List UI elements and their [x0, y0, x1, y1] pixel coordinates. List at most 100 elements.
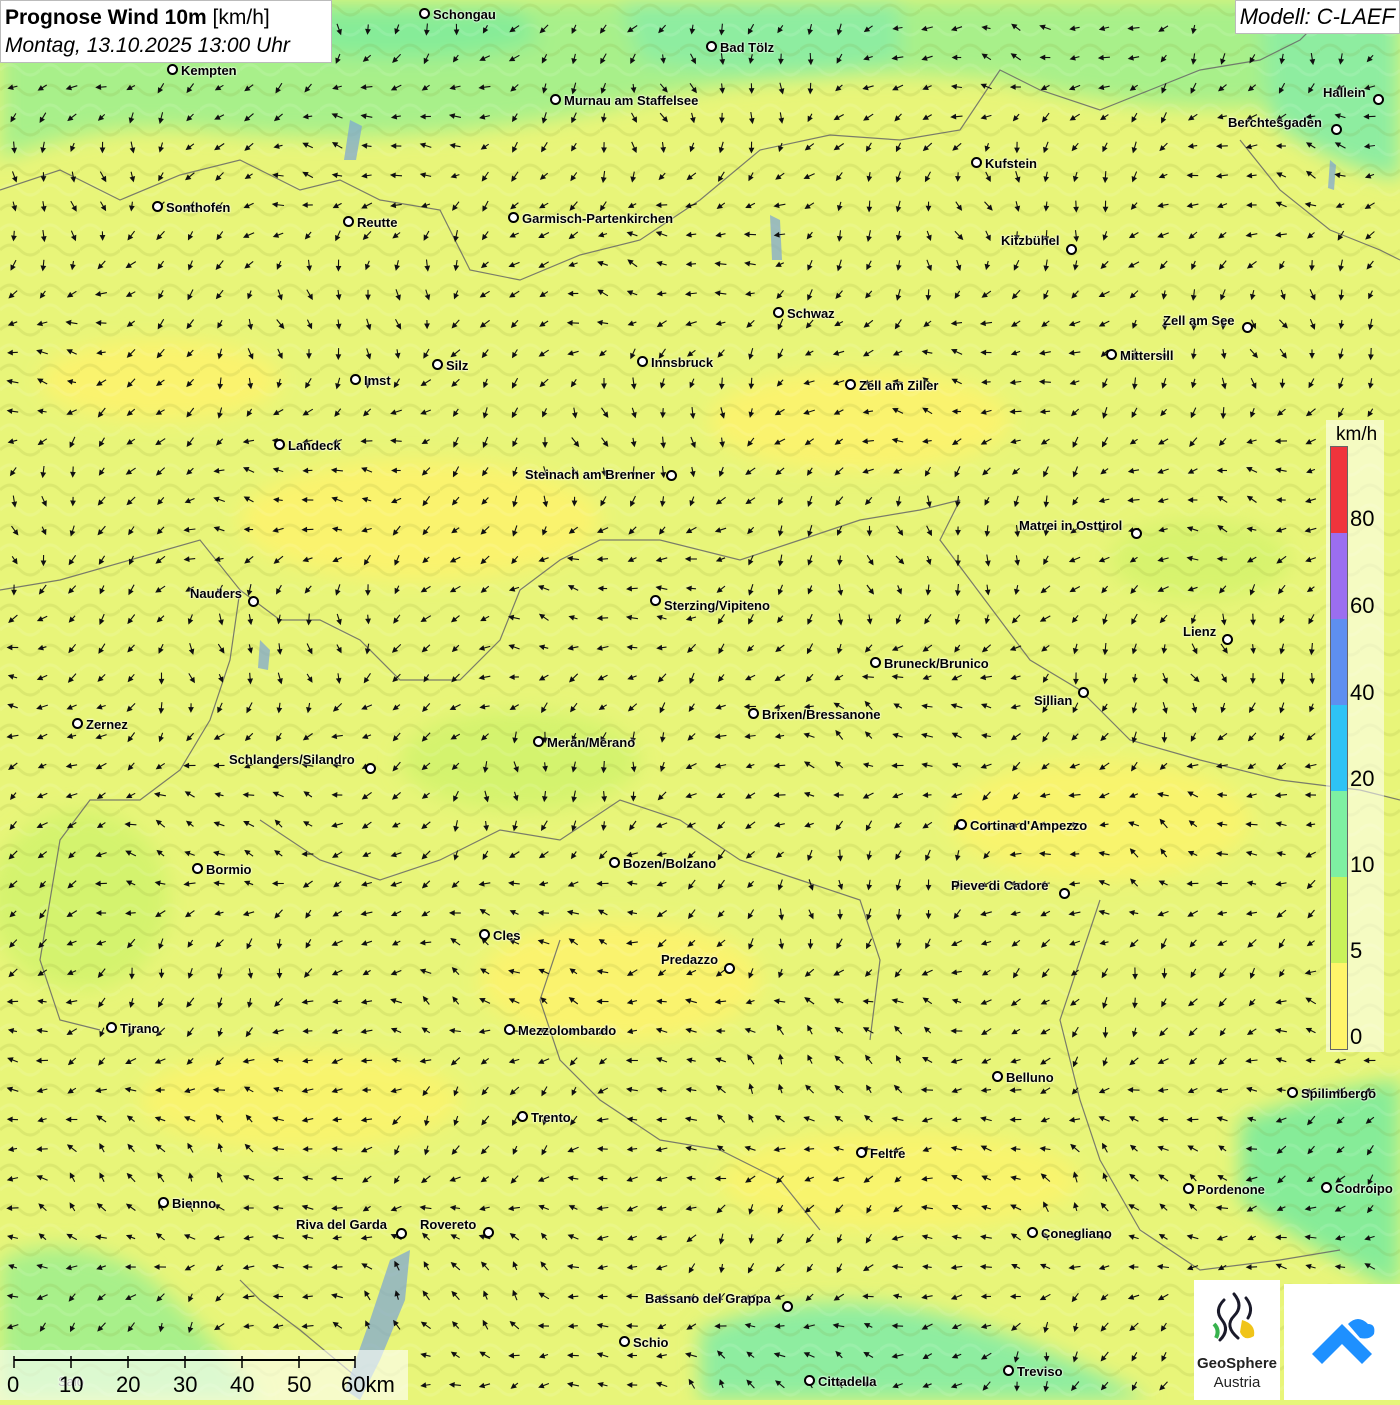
- app-logo[interactable]: [1284, 1284, 1400, 1400]
- legend-label: 20: [1350, 766, 1374, 792]
- city-label: Reutte: [357, 215, 397, 230]
- city-marker[interactable]: [724, 963, 735, 974]
- city-marker[interactable]: [343, 216, 354, 227]
- city-label: Schio: [633, 1335, 668, 1350]
- city-marker[interactable]: [274, 439, 285, 450]
- city-marker[interactable]: [650, 595, 661, 606]
- city-marker[interactable]: [773, 307, 784, 318]
- legend-segment: [1331, 705, 1347, 791]
- city-label: Conegliano: [1041, 1226, 1112, 1241]
- city-label: Bad Tölz: [720, 40, 774, 55]
- city-marker[interactable]: [550, 94, 561, 105]
- city-label: Riva del Garda: [296, 1217, 387, 1232]
- city-marker[interactable]: [192, 863, 203, 874]
- legend-segment: [1331, 963, 1347, 1049]
- city-marker[interactable]: [1078, 687, 1089, 698]
- city-marker[interactable]: [748, 708, 759, 719]
- city-marker[interactable]: [248, 596, 259, 607]
- city-marker[interactable]: [72, 718, 83, 729]
- city-marker[interactable]: [508, 212, 519, 223]
- city-marker[interactable]: [1287, 1087, 1298, 1098]
- city-marker[interactable]: [637, 356, 648, 367]
- city-label: Zernez: [86, 717, 128, 732]
- city-label: Codroipo: [1335, 1181, 1393, 1196]
- city-marker[interactable]: [432, 359, 443, 370]
- city-label: Meran/Merano: [547, 735, 635, 750]
- city-marker[interactable]: [1183, 1183, 1194, 1194]
- city-label: Feltre: [870, 1146, 905, 1161]
- title-box: Prognose Wind 10m [km/h] Montag, 13.10.2…: [0, 0, 332, 63]
- city-marker[interactable]: [845, 379, 856, 390]
- city-label: Cortina d'Ampezzo: [970, 818, 1087, 833]
- city-marker[interactable]: [1331, 124, 1342, 135]
- city-label: Schongau: [433, 7, 496, 22]
- legend-label: 80: [1350, 506, 1374, 532]
- city-marker[interactable]: [152, 201, 163, 212]
- city-marker[interactable]: [479, 929, 490, 940]
- city-marker[interactable]: [167, 64, 178, 75]
- city-label: Matrei in Osttirol: [1019, 518, 1122, 533]
- title-unit: [km/h]: [213, 6, 270, 29]
- city-marker[interactable]: [1106, 349, 1117, 360]
- city-label: Mittersill: [1120, 348, 1173, 363]
- city-marker[interactable]: [365, 763, 376, 774]
- city-label: Steinach am Brenner: [525, 467, 655, 482]
- city-marker[interactable]: [517, 1111, 528, 1122]
- city-marker[interactable]: [609, 857, 620, 868]
- city-label: Bienno: [172, 1196, 216, 1211]
- legend-segment: [1331, 619, 1347, 705]
- city-marker[interactable]: [158, 1197, 169, 1208]
- city-label: Treviso: [1017, 1364, 1063, 1379]
- city-label: Pieve di Cadore: [951, 878, 1049, 893]
- city-marker[interactable]: [804, 1375, 815, 1386]
- city-label: Belluno: [1006, 1070, 1054, 1085]
- city-label: Bozen/Bolzano: [623, 856, 716, 871]
- city-marker[interactable]: [483, 1227, 494, 1238]
- city-marker[interactable]: [1242, 322, 1253, 333]
- city-marker[interactable]: [1131, 528, 1142, 539]
- city-label: Cittadella: [818, 1374, 877, 1389]
- city-marker[interactable]: [706, 41, 717, 52]
- city-marker[interactable]: [533, 736, 544, 747]
- city-marker[interactable]: [1066, 244, 1077, 255]
- city-marker[interactable]: [396, 1228, 407, 1239]
- geosphere-logo-icon: [1194, 1280, 1280, 1350]
- legend-segment: [1331, 877, 1347, 963]
- city-marker[interactable]: [971, 157, 982, 168]
- city-label: Zell am See: [1163, 313, 1235, 328]
- city-marker[interactable]: [782, 1301, 793, 1312]
- city-marker[interactable]: [106, 1022, 117, 1033]
- city-label: Hallein: [1323, 85, 1366, 100]
- city-marker[interactable]: [956, 819, 967, 830]
- legend-colorbar: [1330, 446, 1348, 1050]
- city-label: Garmisch-Partenkirchen: [522, 211, 673, 226]
- geosphere-line2: Austria: [1194, 1373, 1280, 1392]
- city-marker[interactable]: [350, 374, 361, 385]
- city-marker[interactable]: [1222, 634, 1233, 645]
- city-label: Bormio: [206, 862, 252, 877]
- city-marker[interactable]: [504, 1024, 515, 1035]
- city-marker[interactable]: [1373, 94, 1384, 105]
- city-marker[interactable]: [870, 657, 881, 668]
- scale-label: 20: [116, 1372, 140, 1398]
- city-label: Landeck: [288, 438, 341, 453]
- city-label: Kitzbühel: [1001, 233, 1060, 248]
- city-label: Schwaz: [787, 306, 835, 321]
- city-marker[interactable]: [1321, 1182, 1332, 1193]
- city-marker[interactable]: [1003, 1365, 1014, 1376]
- city-label: Kufstein: [985, 156, 1037, 171]
- city-marker[interactable]: [619, 1336, 630, 1347]
- city-marker[interactable]: [992, 1071, 1003, 1082]
- city-marker[interactable]: [856, 1147, 867, 1158]
- city-label: Murnau am Staffelsee: [564, 93, 698, 108]
- city-marker[interactable]: [419, 8, 430, 19]
- city-label: Tirano: [120, 1021, 160, 1036]
- city-marker[interactable]: [666, 470, 677, 481]
- city-label: Pordenone: [1197, 1182, 1265, 1197]
- legend-unit: km/h: [1336, 424, 1377, 446]
- city-marker[interactable]: [1059, 888, 1070, 899]
- legend-label: 0: [1350, 1024, 1362, 1050]
- city-label: Cles: [493, 928, 520, 943]
- city-label: Sillian: [1034, 693, 1072, 708]
- city-marker[interactable]: [1027, 1227, 1038, 1238]
